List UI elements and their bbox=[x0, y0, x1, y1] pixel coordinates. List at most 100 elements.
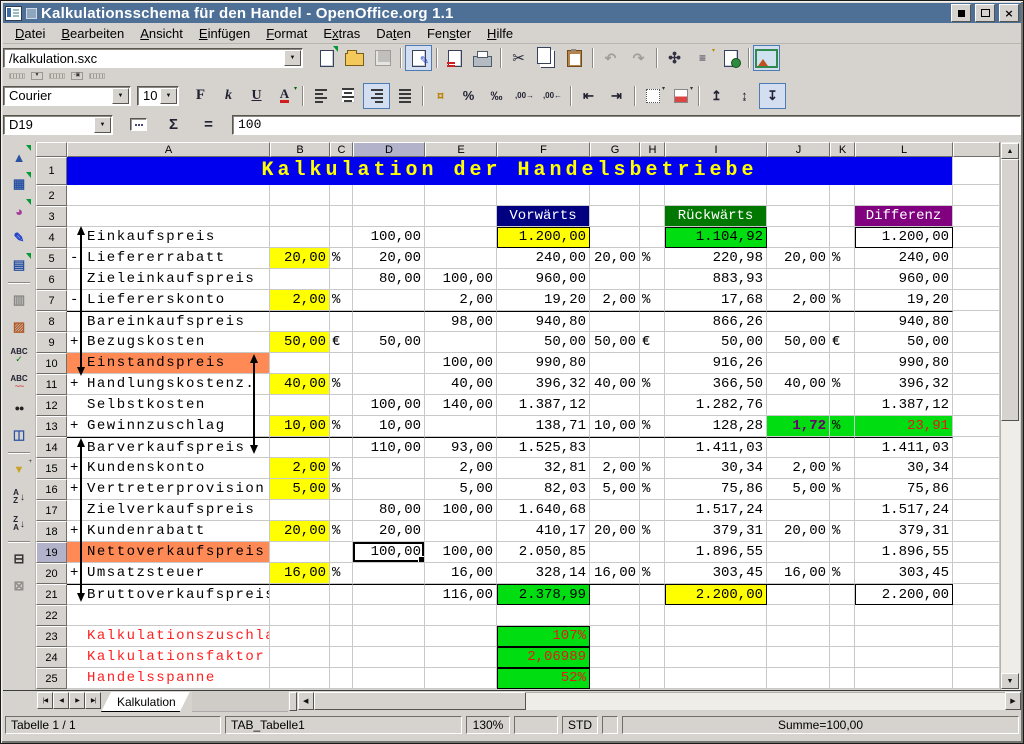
cell-B18[interactable]: 20,00 bbox=[270, 521, 330, 542]
row-header-23[interactable]: 23 bbox=[36, 626, 67, 647]
cell-L21[interactable]: 2.200,00 bbox=[855, 584, 953, 605]
spellcheck-icon[interactable]: ABC✓ bbox=[5, 341, 33, 367]
cell-I21[interactable]: 2.200,00 bbox=[665, 584, 767, 605]
cell-D11[interactable] bbox=[353, 374, 425, 395]
cell-C10[interactable] bbox=[330, 353, 353, 374]
cell-B13[interactable]: 10,00 bbox=[270, 416, 330, 437]
navigator-icon[interactable]: ✣ bbox=[661, 45, 688, 71]
cell-J24[interactable] bbox=[767, 647, 830, 668]
cell-A15[interactable]: +Kundenskonto bbox=[67, 458, 270, 479]
url-combobox[interactable]: /kalkulation.sxc ▼ bbox=[3, 48, 303, 68]
undo-icon[interactable]: ↶ bbox=[597, 45, 624, 71]
cell-G8[interactable] bbox=[590, 311, 640, 332]
cell-M23[interactable] bbox=[953, 626, 1000, 647]
cell-E9[interactable] bbox=[425, 332, 497, 353]
align-left-icon[interactable] bbox=[307, 83, 334, 109]
cell-I7[interactable]: 17,68 bbox=[665, 290, 767, 311]
sum-icon[interactable]: Σ bbox=[160, 112, 187, 138]
cell-C5[interactable]: % bbox=[330, 248, 353, 269]
export-pdf-icon[interactable] bbox=[441, 45, 468, 71]
cell-M13[interactable] bbox=[953, 416, 1000, 437]
cell-H16[interactable]: % bbox=[640, 479, 665, 500]
cell-I14[interactable]: 1.411,03 bbox=[665, 437, 767, 458]
cell-K25[interactable] bbox=[830, 668, 855, 689]
cell-I8[interactable]: 866,26 bbox=[665, 311, 767, 332]
cell-B15[interactable]: 2,00 bbox=[270, 458, 330, 479]
cell-B20[interactable]: 16,00 bbox=[270, 563, 330, 584]
cell-D23[interactable] bbox=[353, 626, 425, 647]
cell-K7[interactable]: % bbox=[830, 290, 855, 311]
cell-A4[interactable]: Einkaufspreis bbox=[67, 227, 270, 248]
cell-I17[interactable]: 1.517,24 bbox=[665, 500, 767, 521]
cell-J17[interactable] bbox=[767, 500, 830, 521]
cell-H13[interactable]: % bbox=[640, 416, 665, 437]
cell-M10[interactable] bbox=[953, 353, 1000, 374]
cell-D5[interactable]: 20,00 bbox=[353, 248, 425, 269]
currency-icon[interactable]: ¤ bbox=[427, 83, 454, 109]
cell-C9[interactable]: € bbox=[330, 332, 353, 353]
cell-H4[interactable] bbox=[640, 227, 665, 248]
cell-J16[interactable]: 5,00 bbox=[767, 479, 830, 500]
paste-icon[interactable] bbox=[561, 45, 588, 71]
cell-D7[interactable] bbox=[353, 290, 425, 311]
delete-decimal-icon[interactable]: ,00← bbox=[539, 83, 566, 109]
cell-H12[interactable] bbox=[640, 395, 665, 416]
column-header-D[interactable]: D bbox=[353, 142, 425, 157]
align-justify-icon[interactable] bbox=[391, 83, 418, 109]
align-right-icon[interactable] bbox=[363, 83, 390, 109]
cell-A24[interactable]: Kalkulationsfaktor bbox=[67, 647, 270, 668]
equals-icon[interactable]: = bbox=[195, 112, 222, 138]
copy-icon[interactable] bbox=[533, 45, 560, 71]
cell-E17[interactable]: 100,00 bbox=[425, 500, 497, 521]
cell-E4[interactable] bbox=[425, 227, 497, 248]
cell-L2[interactable] bbox=[855, 185, 953, 206]
next-sheet-button[interactable]: ▶ bbox=[69, 692, 85, 709]
cell-B16[interactable]: 5,00 bbox=[270, 479, 330, 500]
cell-J13[interactable]: 1,72 bbox=[767, 416, 830, 437]
cell-F19[interactable]: 2.050,85 bbox=[497, 542, 590, 563]
cell-C18[interactable]: % bbox=[330, 521, 353, 542]
cell-K2[interactable] bbox=[830, 185, 855, 206]
cell-G6[interactable] bbox=[590, 269, 640, 290]
cell-G12[interactable] bbox=[590, 395, 640, 416]
cell-B14[interactable] bbox=[270, 437, 330, 458]
cell-M8[interactable] bbox=[953, 311, 1000, 332]
cell-D13[interactable]: 10,00 bbox=[353, 416, 425, 437]
row-header-21[interactable]: 21 bbox=[36, 584, 67, 605]
cell-L18[interactable]: 379,31 bbox=[855, 521, 953, 542]
cell-D19[interactable]: 100,00 bbox=[353, 542, 425, 563]
cell-K3[interactable] bbox=[830, 206, 855, 227]
cell-C7[interactable]: % bbox=[330, 290, 353, 311]
autospellcheck-icon[interactable]: ABC~~ bbox=[5, 368, 33, 394]
draw-functions-icon[interactable]: ✎ bbox=[5, 225, 33, 251]
cell-K22[interactable] bbox=[830, 605, 855, 626]
edit-file-icon[interactable]: ✎ bbox=[405, 45, 432, 71]
cell-K10[interactable] bbox=[830, 353, 855, 374]
cell-D20[interactable] bbox=[353, 563, 425, 584]
cell-I9[interactable]: 50,00 bbox=[665, 332, 767, 353]
cell-I20[interactable]: 303,45 bbox=[665, 563, 767, 584]
cell-H10[interactable] bbox=[640, 353, 665, 374]
cell-E18[interactable] bbox=[425, 521, 497, 542]
cell-L23[interactable] bbox=[855, 626, 953, 647]
cell-K17[interactable] bbox=[830, 500, 855, 521]
cell-D4[interactable]: 100,00 bbox=[353, 227, 425, 248]
cell-L22[interactable] bbox=[855, 605, 953, 626]
cell-B4[interactable] bbox=[270, 227, 330, 248]
scroll-right-icon[interactable]: ▶ bbox=[1005, 692, 1021, 710]
align-middle-icon[interactable]: ↨ bbox=[731, 83, 758, 109]
menu-extras[interactable]: Extras bbox=[315, 25, 368, 42]
cell-L10[interactable]: 990,80 bbox=[855, 353, 953, 374]
input-line[interactable]: 100 bbox=[232, 115, 1021, 135]
cell-F24[interactable]: 2,06989 bbox=[497, 647, 590, 668]
cell-L25[interactable] bbox=[855, 668, 953, 689]
data-sources-icon[interactable]: ◫ bbox=[5, 422, 33, 448]
cell-F16[interactable]: 82,03 bbox=[497, 479, 590, 500]
cell-L24[interactable] bbox=[855, 647, 953, 668]
cell-M14[interactable] bbox=[953, 437, 1000, 458]
cell-G17[interactable] bbox=[590, 500, 640, 521]
cell-F17[interactable]: 1.640,68 bbox=[497, 500, 590, 521]
cell-E22[interactable] bbox=[425, 605, 497, 626]
cell-I10[interactable]: 916,26 bbox=[665, 353, 767, 374]
cell-M4[interactable] bbox=[953, 227, 1000, 248]
